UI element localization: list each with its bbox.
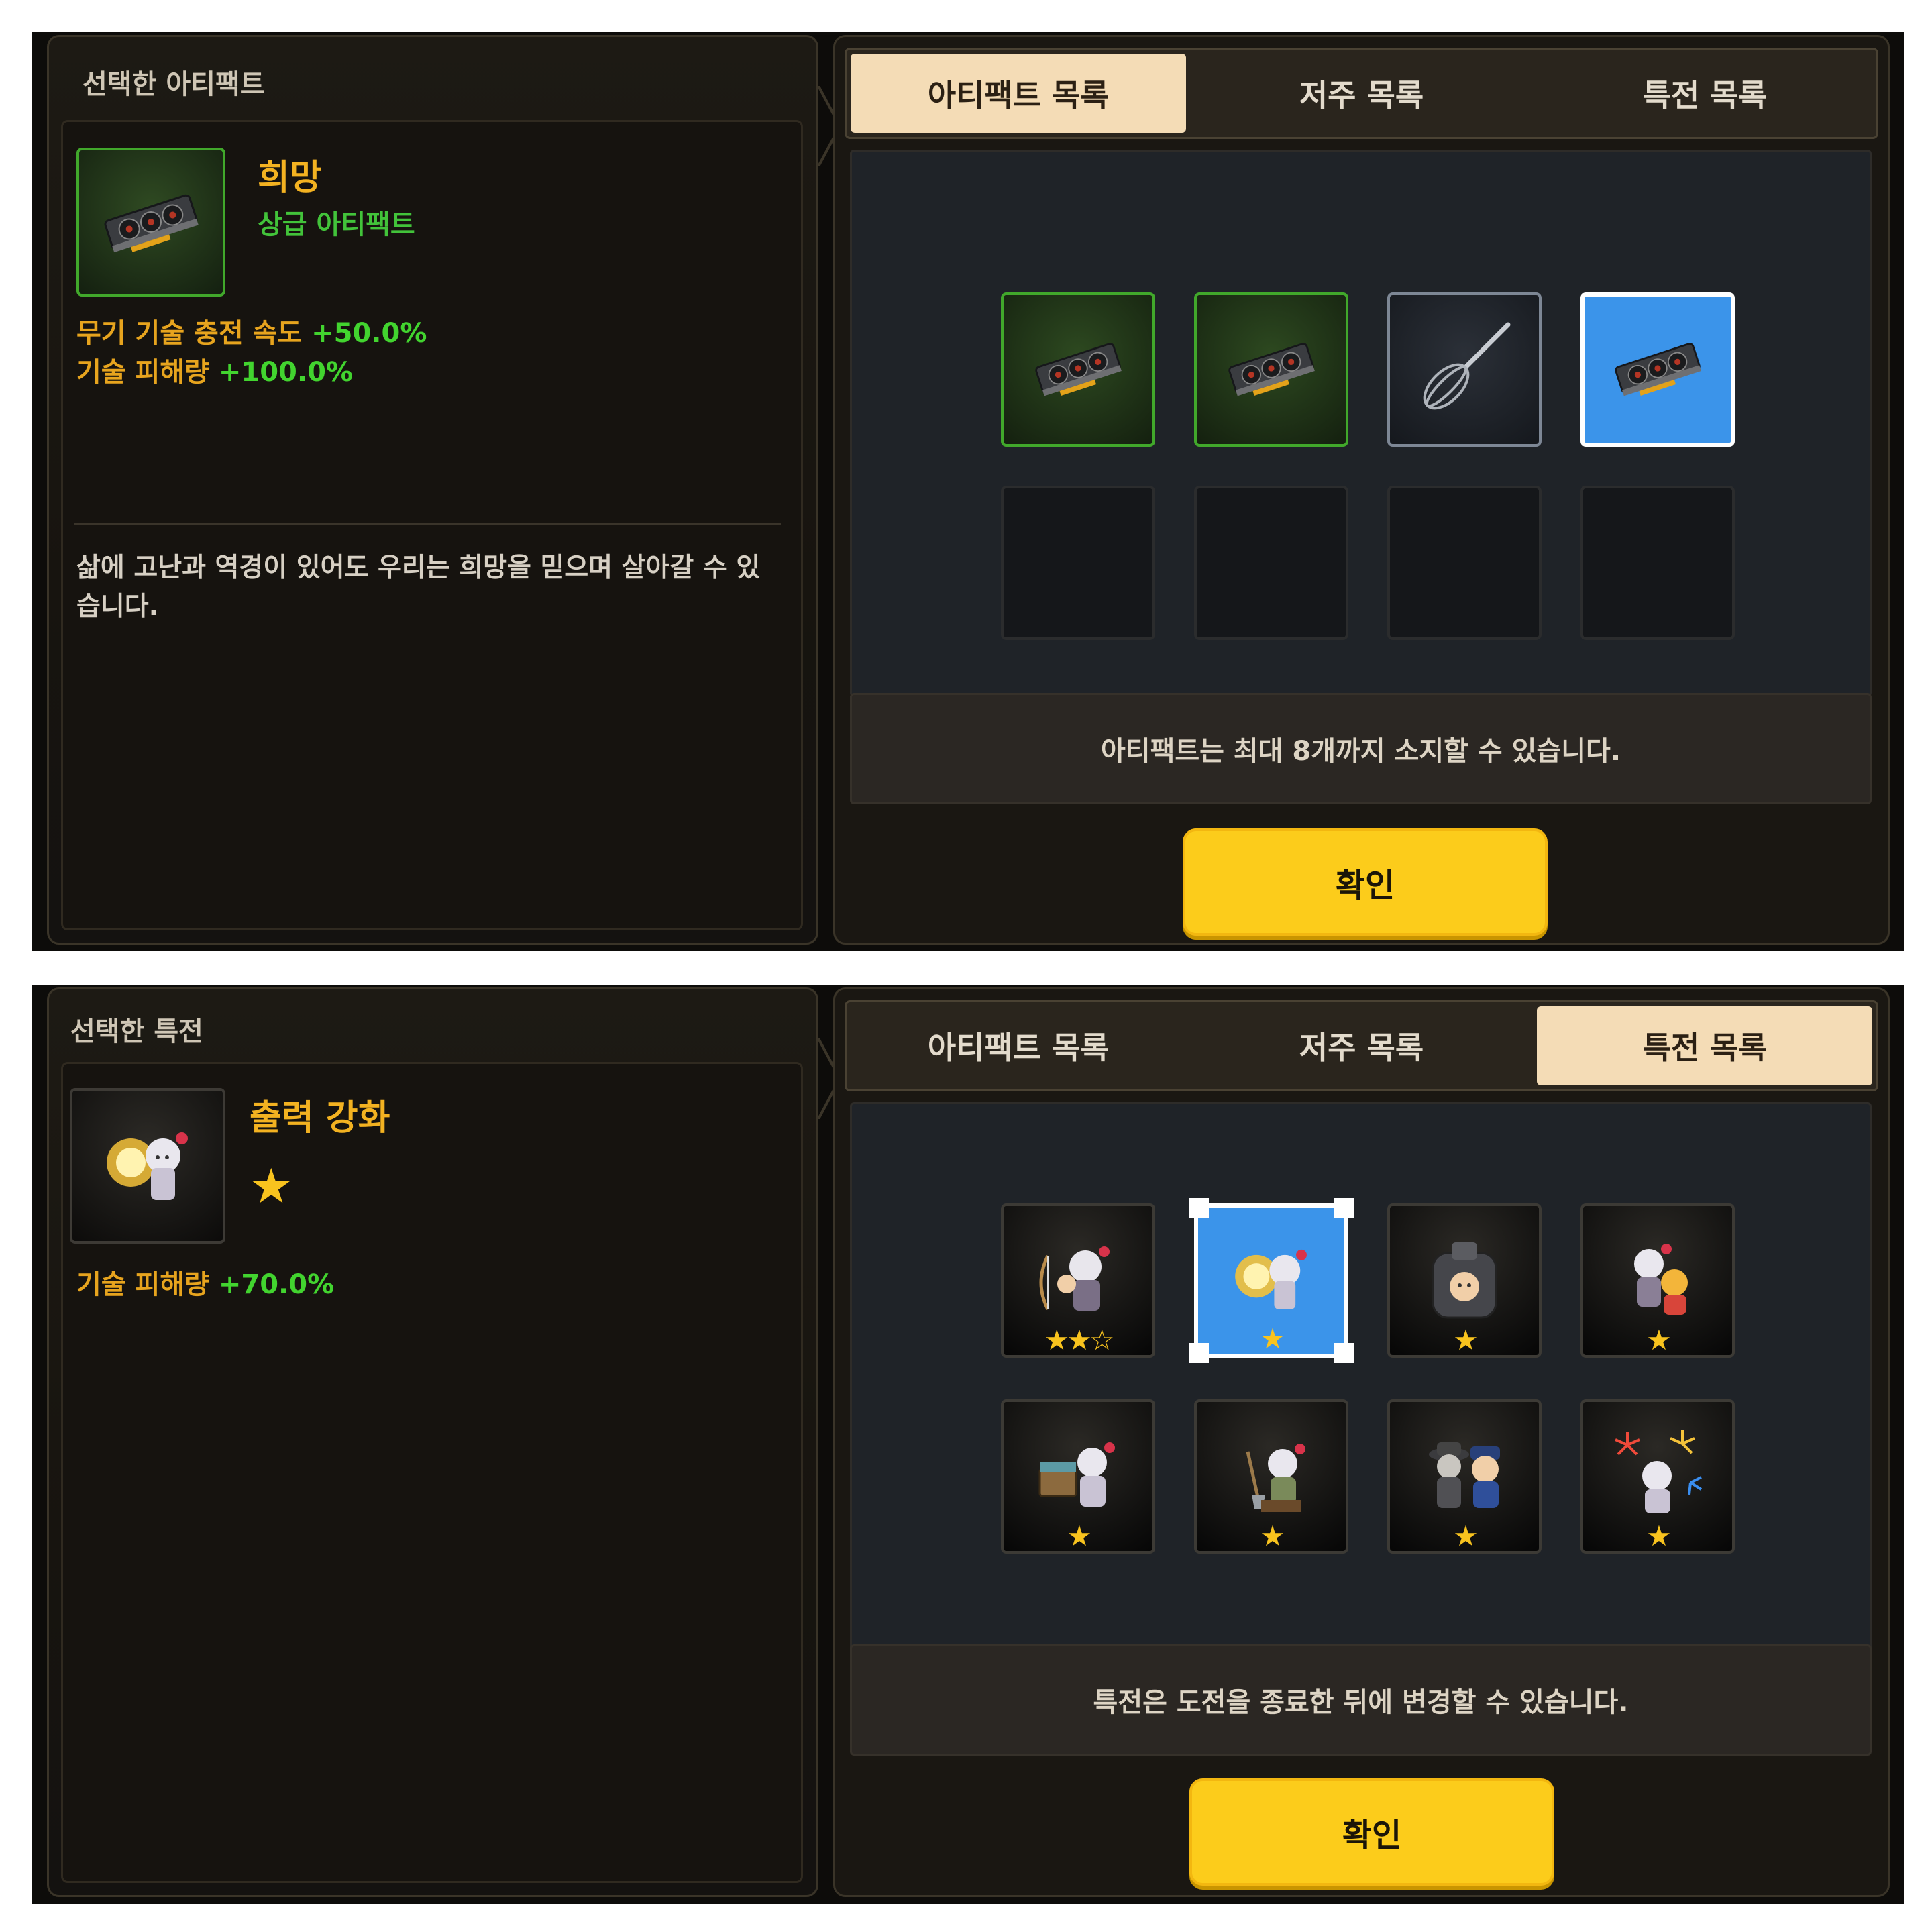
tab-perk-list[interactable]: 특전 목록 — [1537, 1006, 1873, 1085]
perk-slot[interactable]: ★ — [1580, 1203, 1735, 1358]
stat-label: 기술 피해량 — [76, 1269, 219, 1300]
empty-artifact-slot[interactable] — [1001, 486, 1155, 640]
artifact-selection-screen: 선택한 아티팩트 희망 상급 아티팩트 무기 기술 충전 속도 +50.0% 기… — [32, 32, 1904, 951]
perk-slot[interactable]: ★ — [1001, 1399, 1155, 1554]
star-rating: ★ — [1260, 1322, 1285, 1355]
flavor-text: 삶에 고난과 역경이 있어도 우리는 희망을 믿으며 살아갈 수 있습니다. — [76, 553, 761, 622]
perk-list-panel: 아티팩트 목록 저주 목록 특전 목록 ★★☆ ★ ★ ★ ★ ★ ★ ★ 특전… — [833, 987, 1890, 1897]
chibi-hero-glow-icon — [1221, 1229, 1322, 1332]
chibi-hero-glow-icon — [70, 1088, 225, 1244]
stat-label: 무기 기술 충전 속도 — [76, 318, 312, 349]
chibi-fireworks-icon — [1607, 1425, 1708, 1528]
stat-value: +50.0% — [311, 318, 427, 349]
confirm-button[interactable]: 확인 — [1183, 828, 1548, 936]
perk-slot[interactable]: ★ — [1387, 1203, 1542, 1358]
star-rating: ★ — [1453, 1519, 1479, 1552]
chibi-armored-pod-icon — [1414, 1229, 1515, 1332]
info-message: 아티팩트는 최대 8개까지 소지할 수 있습니다. — [850, 693, 1872, 804]
perk-slot[interactable]: ★ — [1194, 1399, 1348, 1554]
selected-artifact-panel: 선택한 아티팩트 희망 상급 아티팩트 무기 기술 충전 속도 +50.0% 기… — [47, 35, 818, 945]
tab-artifact-list[interactable]: 아티팩트 목록 — [851, 1006, 1186, 1085]
star-rating: ★ — [1067, 1519, 1092, 1552]
perk-slot[interactable]: ★★☆ — [1001, 1203, 1155, 1358]
star-rating: ★ — [1646, 1324, 1672, 1356]
tab-bar: 아티팩트 목록 저주 목록 특전 목록 — [845, 1000, 1878, 1091]
artifact-grid — [850, 150, 1872, 697]
artifact-slot[interactable] — [1194, 292, 1348, 447]
tab-artifact-list[interactable]: 아티팩트 목록 — [851, 54, 1186, 133]
perk-name: 출력 강화 — [250, 1098, 390, 1138]
artifact-list-panel: 아티팩트 목록 저주 목록 특전 목록 아티팩트는 최대 8개까지 소지할 수 … — [833, 35, 1890, 945]
confirm-button[interactable]: 확인 — [1189, 1778, 1554, 1886]
star-icon: ★ — [250, 1158, 293, 1214]
perk-slot[interactable]: ★ — [1580, 1399, 1735, 1554]
chibi-shovel-icon — [1221, 1425, 1322, 1528]
perk-slot-selected[interactable]: ★ — [1189, 1198, 1354, 1363]
empty-artifact-slot[interactable] — [1194, 486, 1348, 640]
graphics-card-icon — [1028, 331, 1128, 408]
graphics-card-icon — [1607, 331, 1708, 408]
stat-line: 기술 피해량 +70.0% — [76, 1263, 334, 1301]
tab-curse-list[interactable]: 저주 목록 — [1194, 54, 1529, 133]
stat-line: 무기 기술 충전 속도 +50.0% — [76, 311, 427, 350]
tab-curse-list[interactable]: 저주 목록 — [1194, 1006, 1529, 1085]
whisk-icon — [1407, 311, 1521, 428]
panel-title: 선택한 특전 — [70, 1016, 203, 1047]
perk-slot[interactable]: ★ — [1387, 1399, 1542, 1554]
panel-title: 선택한 아티팩트 — [83, 69, 265, 100]
divider — [74, 523, 781, 525]
star-rating: ★ — [1453, 1324, 1479, 1356]
stat-value: +70.0% — [218, 1269, 335, 1300]
selected-perk-panel: 선택한 특전 출력 강화 ★ 기술 피해량 +70.0% — [47, 987, 818, 1897]
star-rating: ★ — [1646, 1519, 1672, 1552]
chibi-duo-icon — [1607, 1229, 1708, 1332]
chibi-archer-icon — [1028, 1229, 1128, 1332]
info-message: 특전은 도전을 종료한 뒤에 변경할 수 있습니다. — [850, 1644, 1872, 1756]
star-rating: ★★☆ — [1044, 1324, 1115, 1356]
stat-line: 기술 피해량 +100.0% — [76, 350, 353, 389]
empty-artifact-slot[interactable] — [1580, 486, 1735, 640]
artifact-detail-card: 희망 상급 아티팩트 무기 기술 충전 속도 +50.0% 기술 피해량 +10… — [61, 120, 803, 930]
star-rating: ★ — [1260, 1519, 1285, 1552]
selection-corner — [1334, 1198, 1354, 1218]
artifact-name: 희망 — [258, 158, 322, 198]
tab-bar: 아티팩트 목록 저주 목록 특전 목록 — [845, 48, 1878, 139]
perk-detail-card: 출력 강화 ★ 기술 피해량 +70.0% — [61, 1062, 803, 1883]
graphics-card-icon — [1221, 331, 1322, 408]
perk-selection-screen: 선택한 특전 출력 강화 ★ 기술 피해량 +70.0% 아티팩트 목록 저주 … — [32, 985, 1904, 1904]
stat-label: 기술 피해량 — [76, 357, 219, 388]
artifact-slot-selected[interactable] — [1580, 292, 1735, 447]
stat-value: +100.0% — [218, 357, 353, 388]
artifact-slot[interactable] — [1001, 292, 1155, 447]
artifact-grade: 상급 아티팩트 — [258, 209, 415, 240]
selection-corner — [1189, 1198, 1209, 1218]
artifact-slot[interactable] — [1387, 292, 1542, 447]
empty-artifact-slot[interactable] — [1387, 486, 1542, 640]
perk-grid: ★★☆ ★ ★ ★ ★ ★ ★ ★ — [850, 1102, 1872, 1663]
graphics-card-icon — [76, 148, 225, 297]
chibi-chest-icon — [1028, 1425, 1128, 1528]
chibi-detective-police-icon — [1414, 1425, 1515, 1528]
tab-perk-list[interactable]: 특전 목록 — [1537, 54, 1872, 133]
